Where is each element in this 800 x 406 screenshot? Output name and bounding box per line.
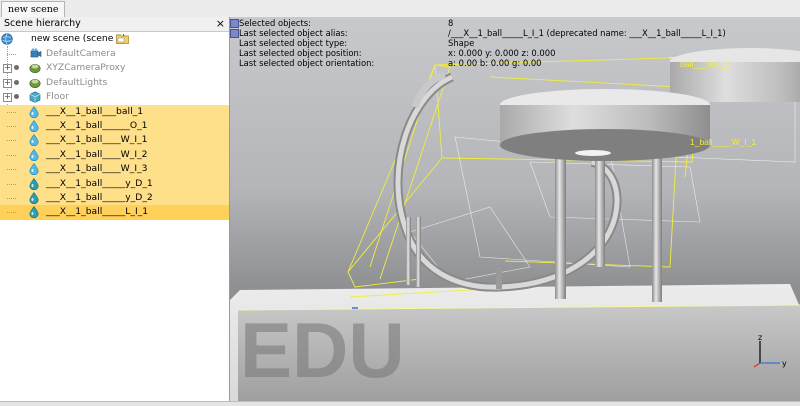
tree-connector	[7, 183, 16, 185]
tree-item-label: ___X__1_ball____W_I_1	[46, 134, 148, 146]
tree-item-label: ___X__1_ball___ball_1	[46, 105, 144, 117]
pole-1	[555, 157, 566, 299]
tree-item-label: ___X__1_ball_____y_D_1	[46, 177, 153, 189]
droplet-icon	[29, 206, 39, 219]
tree-item-ball-1[interactable]: ___X__1_ball___ball_1	[0, 104, 229, 119]
tree-item-y-d-2[interactable]: ___X__1_ball_____y_D_2	[0, 190, 229, 206]
folder-icon[interactable]	[116, 33, 129, 44]
tree-item-label: ___X__1_ball_____L_I_1	[46, 206, 149, 218]
tree-connector	[7, 140, 16, 142]
tree-item-label: XYZCameraProxy	[46, 62, 126, 74]
shape-icon	[29, 64, 41, 74]
cube-icon	[29, 91, 41, 103]
scene-3d-render: EDU ball___ball_1 1_ball____W_I_1 z y	[230, 48, 800, 401]
object-label-wi: 1_ball____W_I_1	[690, 137, 756, 147]
info-label: Selected objects:	[239, 18, 311, 28]
scene-globe-icon	[1, 33, 13, 45]
tree-connector	[7, 54, 16, 55]
tree-item-o-1[interactable]: ___X__1_ball______O_1	[0, 118, 229, 134]
scene-hierarchy-header: Scene hierarchy ×	[0, 17, 229, 32]
visibility-dot-icon[interactable]	[14, 79, 19, 85]
pole-3	[652, 157, 662, 302]
pole-small-2	[416, 217, 421, 287]
object-label-ball: ball___ball_1	[680, 59, 730, 69]
close-icon[interactable]: ×	[216, 17, 225, 30]
cylinder-hole	[575, 150, 611, 156]
tree-connector	[7, 111, 16, 113]
tab-new-scene[interactable]: new scene	[1, 1, 66, 18]
axis-y-label: y	[782, 359, 787, 368]
visibility-dot-icon[interactable]	[14, 65, 19, 71]
tree-connector	[7, 125, 16, 127]
droplet-icon	[29, 105, 39, 118]
tree-item-floor[interactable]: + Floor	[0, 90, 229, 104]
status-strip	[0, 401, 800, 406]
info-value-selected-objects: 8	[448, 18, 454, 28]
tree-item-label: Floor	[46, 91, 69, 103]
info-label-orientation: Last selected object orientation:	[239, 58, 375, 68]
tree-item-label: ___X__1_ball______O_1	[46, 119, 148, 131]
info-label-position: Last selected object position:	[239, 48, 362, 58]
scene-viewport[interactable]: EDU ball___ball_1 1_ball____W_I_1 z y Se…	[230, 17, 800, 401]
edu-watermark: EDU	[240, 306, 405, 394]
info-label-type: Last selected object type:	[239, 38, 348, 48]
pole-small-1	[406, 217, 411, 285]
cylinder-front-bottom	[500, 129, 710, 161]
tree-connector	[7, 197, 16, 199]
axis-z-label: z	[758, 333, 762, 342]
scene-tree: new scene (scene 1) DefaultCamera + XYZC…	[0, 32, 229, 220]
tree-item-label: ___X__1_ball_____y_D_2	[46, 191, 153, 203]
tree-item-y-d-1[interactable]: ___X__1_ball_____y_D_1	[0, 176, 229, 191]
tree-item-xyz-camera-proxy[interactable]: + XYZCameraProxy	[0, 61, 229, 75]
tree-item-label: ___X__1_ball____W_I_3	[46, 163, 148, 175]
tree-connector	[7, 212, 16, 214]
camera-icon	[30, 48, 42, 58]
scene-hierarchy-panel: Scene hierarchy × new scene (scene 1) De…	[0, 17, 230, 401]
tree-item-w-i-2[interactable]: ___X__1_ball____W_I_2	[0, 147, 229, 163]
info-value-position: x: 0.000 y: 0.000 z: 0.000	[448, 48, 556, 58]
tree-item-w-i-3[interactable]: ___X__1_ball____W_I_3	[0, 162, 229, 177]
info-label: Last selected object alias:	[239, 28, 348, 38]
droplet-icon	[29, 148, 39, 161]
pole-2	[595, 157, 605, 267]
tree-item-label: DefaultCamera	[46, 48, 116, 59]
tree-item-l-i-1[interactable]: ___X__1_ball_____L_I_1	[0, 205, 229, 220]
info-toggle-icon[interactable]	[230, 19, 239, 28]
info-value-alias: /___X__1_ball_____L_I_1 (deprecated name…	[448, 28, 726, 38]
droplet-icon	[29, 119, 39, 132]
droplet-icon	[29, 163, 39, 176]
info-value-orientation: a: 0.00 b: 0.00 g: 0.00	[448, 58, 542, 68]
tree-root-scene[interactable]: new scene (scene 1)	[0, 32, 229, 47]
tree-item-label: DefaultLights	[46, 76, 108, 88]
info-value-type: Shape	[448, 38, 475, 48]
tree-item-w-i-1[interactable]: ___X__1_ball____W_I_1	[0, 133, 229, 148]
info-toggle-icon[interactable]	[230, 29, 239, 38]
tree-item-default-camera[interactable]: DefaultCamera	[0, 47, 229, 61]
pole-base	[496, 267, 502, 289]
droplet-icon	[29, 191, 39, 204]
droplet-icon	[29, 134, 39, 147]
tree-root-label: new scene (scene 1)	[31, 33, 126, 44]
tree-item-label: ___X__1_ball____W_I_2	[46, 148, 148, 160]
expand-icon[interactable]: +	[3, 64, 12, 74]
visibility-dot-icon[interactable]	[14, 94, 19, 100]
droplet-icon	[29, 177, 39, 190]
tree-connector	[7, 169, 16, 171]
expand-icon[interactable]: +	[3, 78, 12, 88]
tree-connector	[7, 154, 16, 156]
expand-icon[interactable]: +	[3, 93, 12, 103]
scene-hierarchy-title: Scene hierarchy	[4, 18, 81, 29]
shape-icon	[29, 78, 41, 88]
scene-tab-bar: new scene	[0, 0, 800, 18]
tree-item-default-lights[interactable]: + DefaultLights	[0, 76, 229, 90]
